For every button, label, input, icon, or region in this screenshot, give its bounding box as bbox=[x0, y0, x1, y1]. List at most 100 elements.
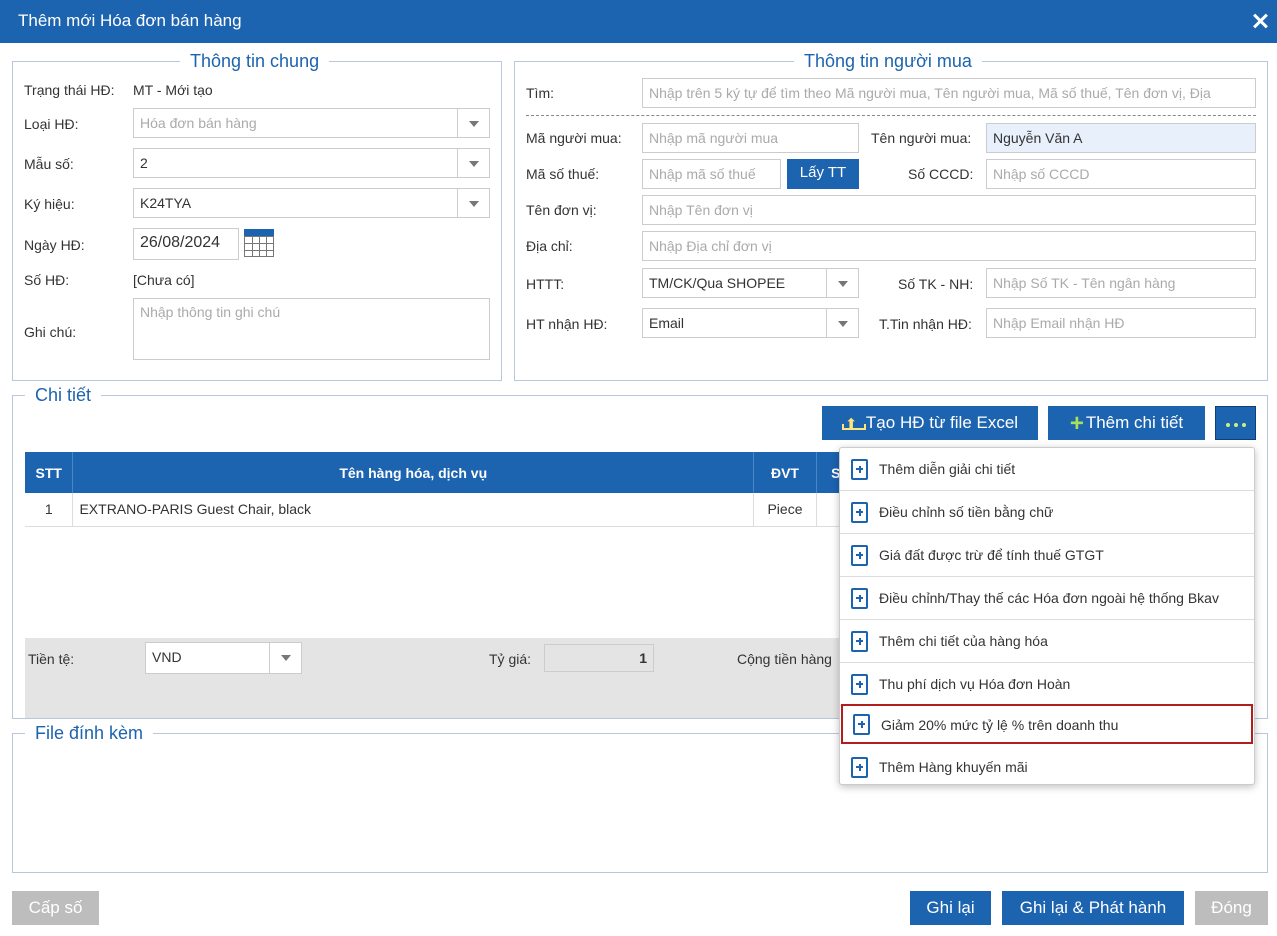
currency-value: VND bbox=[152, 649, 182, 665]
receive-method-value: Email bbox=[649, 315, 685, 331]
calendar-icon[interactable] bbox=[244, 229, 274, 257]
more-options-menu: Thêm diễn giải chi tiết Điều chỉnh số ti… bbox=[839, 447, 1255, 785]
form-value: 2 bbox=[140, 155, 148, 171]
note-label: Ghi chú: bbox=[24, 324, 77, 340]
column-header-stt: STT bbox=[25, 452, 74, 493]
bank-account-label: Số TK - NH: bbox=[898, 276, 974, 292]
column-header-unit: ĐVT bbox=[753, 452, 817, 493]
chevron-down-icon bbox=[826, 269, 858, 297]
close-button[interactable]: Đóng bbox=[1195, 891, 1268, 925]
dialog-title: Thêm mới Hóa đơn bán hàng bbox=[18, 11, 242, 30]
unit-name-input[interactable]: Nhập Tên đơn vị bbox=[642, 195, 1256, 225]
table-row[interactable]: 1 EXTRANO-PARIS Guest Chair, black Piece bbox=[25, 493, 856, 527]
bank-account-input[interactable]: Nhập Số TK - Tên ngân hàng bbox=[986, 268, 1256, 298]
close-icon[interactable] bbox=[1249, 9, 1271, 33]
address-input[interactable]: Nhập Địa chỉ đơn vị bbox=[642, 231, 1256, 261]
buyer-code-input[interactable]: Nhập mã người mua bbox=[642, 123, 859, 153]
row-unit[interactable]: Piece bbox=[753, 493, 817, 527]
invoice-type-label: Loại HĐ: bbox=[24, 116, 79, 132]
table-header-row: STT Tên hàng hóa, dịch vụ ĐVT S bbox=[25, 452, 855, 493]
more-options-button[interactable] bbox=[1215, 406, 1256, 440]
menu-item[interactable]: Điều chỉnh số tiền bằng chữ bbox=[840, 491, 1254, 534]
more-dots-icon bbox=[1226, 423, 1230, 427]
unit-name-label: Tên đơn vị: bbox=[526, 202, 597, 218]
document-add-icon bbox=[851, 545, 868, 566]
receive-method-label: HT nhận HĐ: bbox=[526, 316, 608, 332]
menu-item[interactable]: Giá đất được trừ để tính thuế GTGT bbox=[840, 534, 1254, 577]
currency-select[interactable]: VND bbox=[145, 642, 302, 674]
buyer-info-legend: Thông tin người mua bbox=[794, 50, 982, 72]
payment-method-select[interactable]: TM/CK/Qua SHOPEE bbox=[642, 268, 859, 298]
invoice-type-value: Hóa đơn bán hàng bbox=[140, 115, 257, 131]
buyer-code-label: Mã người mua: bbox=[526, 130, 622, 146]
tax-code-input[interactable]: Nhập mã số thuế bbox=[642, 159, 781, 189]
status-value: MT - Mới tạo bbox=[133, 82, 213, 98]
menu-item-highlighted[interactable]: Giảm 20% mức tỷ lệ % trên doanh thu bbox=[841, 704, 1253, 744]
receive-info-label: T.Tin nhận HĐ: bbox=[879, 316, 972, 332]
form-select[interactable]: 2 bbox=[133, 148, 490, 178]
chevron-down-icon bbox=[457, 149, 489, 177]
buyer-name-label: Tên người mua: bbox=[871, 130, 972, 146]
detail-table: STT Tên hàng hóa, dịch vụ ĐVT S 1 EXTRAN… bbox=[25, 452, 856, 527]
search-divider bbox=[526, 115, 1256, 116]
document-add-icon bbox=[851, 631, 868, 652]
form-label: Mẫu số: bbox=[24, 156, 74, 172]
symbol-select[interactable]: K24TYA bbox=[133, 188, 490, 218]
issue-number-button[interactable]: Cấp số bbox=[12, 891, 99, 925]
document-add-icon bbox=[851, 757, 868, 778]
receive-email-input[interactable]: Nhập Email nhận HĐ bbox=[986, 308, 1256, 338]
chevron-down-icon bbox=[269, 643, 301, 673]
invoice-type-select[interactable]: Hóa đơn bán hàng bbox=[133, 108, 490, 138]
citizen-id-label: Số CCCD: bbox=[908, 166, 974, 182]
invoice-number-value: [Chưa có] bbox=[133, 272, 195, 288]
chevron-down-icon bbox=[826, 309, 858, 337]
fetch-info-button[interactable]: Lấy TT bbox=[787, 159, 859, 189]
column-header-name: Tên hàng hóa, dịch vụ bbox=[72, 452, 754, 493]
address-label: Địa chỉ: bbox=[526, 238, 573, 254]
general-info-legend: Thông tin chung bbox=[180, 50, 330, 72]
document-add-icon bbox=[851, 588, 868, 609]
subtotal-label: Cộng tiền hàng bbox=[737, 651, 832, 667]
menu-item[interactable]: Thêm Hàng khuyến mãi bbox=[840, 746, 1254, 789]
symbol-label: Ký hiệu: bbox=[24, 196, 75, 212]
currency-label: Tiền tệ: bbox=[28, 651, 75, 667]
symbol-value: K24TYA bbox=[140, 195, 192, 211]
buyer-search-input[interactable]: Nhập trên 5 ký tự để tìm theo Mã người m… bbox=[642, 78, 1256, 108]
save-publish-button[interactable]: Ghi lại & Phát hành bbox=[1002, 891, 1184, 925]
citizen-id-input[interactable]: Nhập số CCCD bbox=[986, 159, 1256, 189]
row-stt: 1 bbox=[25, 493, 74, 527]
menu-item[interactable]: Thu phí dịch vụ Hóa đơn Hoàn bbox=[840, 663, 1254, 706]
chevron-down-icon bbox=[457, 189, 489, 217]
exchange-rate-input[interactable]: 1 bbox=[544, 644, 654, 672]
document-add-icon bbox=[851, 459, 868, 480]
payment-method-label: HTTT: bbox=[526, 276, 565, 292]
detail-legend: Chi tiết bbox=[25, 384, 102, 406]
document-add-icon bbox=[853, 714, 870, 735]
plus-icon: + bbox=[1069, 410, 1084, 437]
exchange-rate-label: Tỷ giá: bbox=[489, 651, 532, 667]
menu-item[interactable]: Thêm chi tiết của hàng hóa bbox=[840, 620, 1254, 663]
add-detail-label: Thêm chi tiết bbox=[1085, 413, 1184, 432]
document-add-icon bbox=[851, 674, 868, 695]
date-label: Ngày HĐ: bbox=[24, 237, 85, 253]
payment-method-value: TM/CK/Qua SHOPEE bbox=[649, 275, 786, 291]
tax-code-label: Mã số thuế: bbox=[526, 166, 600, 182]
invoice-number-label: Số HĐ: bbox=[24, 272, 70, 288]
search-label: Tìm: bbox=[526, 85, 554, 101]
status-label: Trạng thái HĐ: bbox=[24, 82, 115, 98]
receive-method-select[interactable]: Email bbox=[642, 308, 859, 338]
upload-icon bbox=[841, 408, 866, 442]
chevron-down-icon bbox=[457, 109, 489, 137]
excel-import-label: Tạo HĐ từ file Excel bbox=[865, 413, 1019, 432]
add-detail-button[interactable]: + Thêm chi tiết bbox=[1048, 406, 1205, 440]
save-button[interactable]: Ghi lại bbox=[910, 891, 991, 925]
attachment-legend: File đính kèm bbox=[25, 722, 154, 744]
menu-item[interactable]: Thêm diễn giải chi tiết bbox=[840, 448, 1254, 491]
excel-import-button[interactable]: Tạo HĐ từ file Excel bbox=[822, 406, 1038, 442]
row-name[interactable]: EXTRANO-PARIS Guest Chair, black bbox=[72, 493, 754, 527]
date-input[interactable]: 26/08/2024 bbox=[133, 228, 239, 260]
menu-item[interactable]: Điều chỉnh/Thay thế các Hóa đơn ngoài hệ… bbox=[840, 577, 1254, 620]
document-add-icon bbox=[851, 502, 868, 523]
buyer-name-input[interactable]: Nguyễn Văn A bbox=[986, 123, 1256, 153]
note-textarea[interactable]: Nhập thông tin ghi chú bbox=[133, 298, 490, 360]
